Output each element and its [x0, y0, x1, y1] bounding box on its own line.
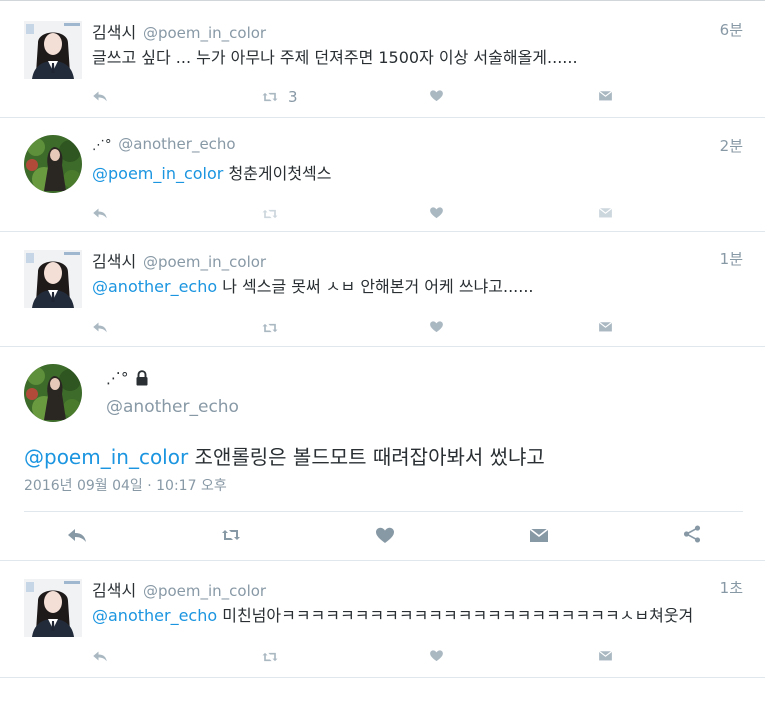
tweet-text: @poem_in_color 청춘게이첫섹스 [92, 160, 332, 184]
avatar[interactable] [24, 135, 82, 193]
envelope-icon [527, 523, 551, 547]
heart-icon [428, 647, 445, 664]
tweet-actions [0, 647, 765, 671]
retweet-button[interactable]: 3 [260, 87, 298, 107]
like-button[interactable] [373, 523, 397, 547]
retweet-icon [217, 523, 245, 547]
tweet-text-content: 조앤롤링은 볼드모트 때려잡아봐서 썼냐고 [188, 445, 545, 469]
direct-message-button[interactable] [527, 523, 551, 547]
tweet[interactable]: ⋰° @another_echo 2분 @poem_in_color 청춘게이첫… [0, 117, 765, 231]
tweet[interactable]: 김색시 @poem_in_color 1초 @another_echo 미친넘아… [0, 560, 765, 678]
direct-message-button[interactable] [597, 87, 614, 104]
username[interactable]: @another_echo [106, 397, 239, 417]
display-name[interactable]: 김색시 [92, 581, 136, 600]
retweet-button[interactable] [217, 523, 245, 547]
tweet-text: 글쓰고 싶다 ... 누가 아무나 주제 던져주면 1500자 이상 서술해올게… [92, 48, 578, 67]
retweet-icon [260, 647, 280, 667]
tweet-text: @another_echo 나 섹스글 못써 ㅅㅂ 안해본거 어케 쓰냐고...… [92, 273, 534, 297]
username[interactable]: @poem_in_color [143, 24, 266, 42]
retweet-button[interactable] [260, 647, 280, 667]
avatar[interactable] [24, 364, 82, 422]
reply-icon [91, 204, 109, 222]
envelope-icon [597, 647, 614, 664]
display-name[interactable]: 김색시 [92, 252, 136, 271]
avatar[interactable] [24, 21, 82, 79]
lock-icon [136, 370, 147, 386]
reply-icon [91, 318, 109, 336]
timestamp[interactable]: 2분 [720, 135, 743, 156]
mention-link[interactable]: @poem_in_color [24, 445, 188, 469]
tweet-actions [0, 204, 765, 228]
share-button[interactable] [681, 523, 703, 545]
reply-button[interactable] [91, 87, 109, 105]
direct-message-button[interactable] [597, 318, 614, 335]
username[interactable]: @poem_in_color [143, 582, 266, 600]
envelope-icon [597, 87, 614, 104]
display-name[interactable]: 김색시 [92, 23, 136, 42]
reply-icon [91, 647, 109, 665]
like-button[interactable] [428, 647, 445, 664]
reply-button[interactable] [91, 647, 109, 665]
reply-icon [64, 523, 90, 547]
tweet[interactable]: 김색시 @poem_in_color 1분 @another_echo 나 섹스… [0, 231, 765, 346]
tweet-actions: 3 [0, 87, 765, 111]
tweet-date[interactable]: 2016년 09월 04일 · 10:17 오후 [24, 475, 227, 495]
heart-icon [373, 523, 397, 547]
tweet-text-content: 미친넘아ㅋㅋㅋㅋㅋㅋㅋㅋㅋㅋㅋㅋㅋㅋㅋㅋㅋㅋㅋㅋㅋㅋㅋㅅㅂ쳐웃겨 [217, 606, 694, 625]
avatar[interactable] [24, 250, 82, 308]
heart-icon [428, 318, 445, 335]
tweet-text-content: 청춘게이첫섹스 [223, 164, 332, 183]
heart-icon [428, 204, 445, 221]
display-name-emoji[interactable]: ⋰° [92, 138, 112, 153]
reply-button[interactable] [91, 204, 109, 222]
mention-link[interactable]: @another_echo [92, 277, 217, 296]
retweet-icon [260, 87, 280, 107]
tweet[interactable]: 김색시 @poem_in_color 6분 글쓰고 싶다 ... 누가 아무나 … [0, 0, 765, 117]
username[interactable]: @another_echo [118, 135, 235, 153]
like-button[interactable] [428, 87, 445, 104]
timestamp[interactable]: 1초 [720, 577, 743, 598]
envelope-icon [597, 204, 614, 221]
tweet-actions [0, 318, 765, 342]
tweet-text: @poem_in_color 조앤롤링은 볼드모트 때려잡아봐서 썼냐고 [24, 441, 545, 470]
mention-link[interactable]: @another_echo [92, 606, 217, 625]
timestamp[interactable]: 6분 [720, 19, 743, 40]
retweet-button[interactable] [260, 318, 280, 338]
like-button[interactable] [428, 204, 445, 221]
reply-button[interactable] [64, 523, 90, 547]
retweet-count: 3 [288, 88, 298, 106]
tweet-text-content: 나 섹스글 못써 ㅅㅂ 안해본거 어케 쓰냐고...... [217, 277, 534, 296]
username[interactable]: @poem_in_color [143, 253, 266, 271]
direct-message-button[interactable] [597, 204, 614, 221]
tweet-text: @another_echo 미친넘아ㅋㅋㅋㅋㅋㅋㅋㅋㅋㅋㅋㅋㅋㅋㅋㅋㅋㅋㅋㅋㅋㅋ… [92, 602, 693, 626]
retweet-icon [260, 318, 280, 338]
reply-button[interactable] [91, 318, 109, 336]
tweet-actions [0, 523, 765, 547]
timestamp[interactable]: 1분 [720, 248, 743, 269]
retweet-button[interactable] [260, 204, 280, 224]
like-button[interactable] [428, 318, 445, 335]
focused-tweet: ⋰° @another_echo @poem_in_color 조앤롤링은 볼드… [0, 346, 765, 560]
envelope-icon [597, 318, 614, 335]
avatar[interactable] [24, 579, 82, 637]
divider [24, 511, 743, 512]
retweet-icon [260, 204, 280, 224]
display-name-emoji[interactable]: ⋰° [106, 369, 129, 387]
share-icon [681, 523, 703, 545]
reply-icon [91, 87, 109, 105]
heart-icon [428, 87, 445, 104]
direct-message-button[interactable] [597, 647, 614, 664]
mention-link[interactable]: @poem_in_color [92, 164, 223, 183]
